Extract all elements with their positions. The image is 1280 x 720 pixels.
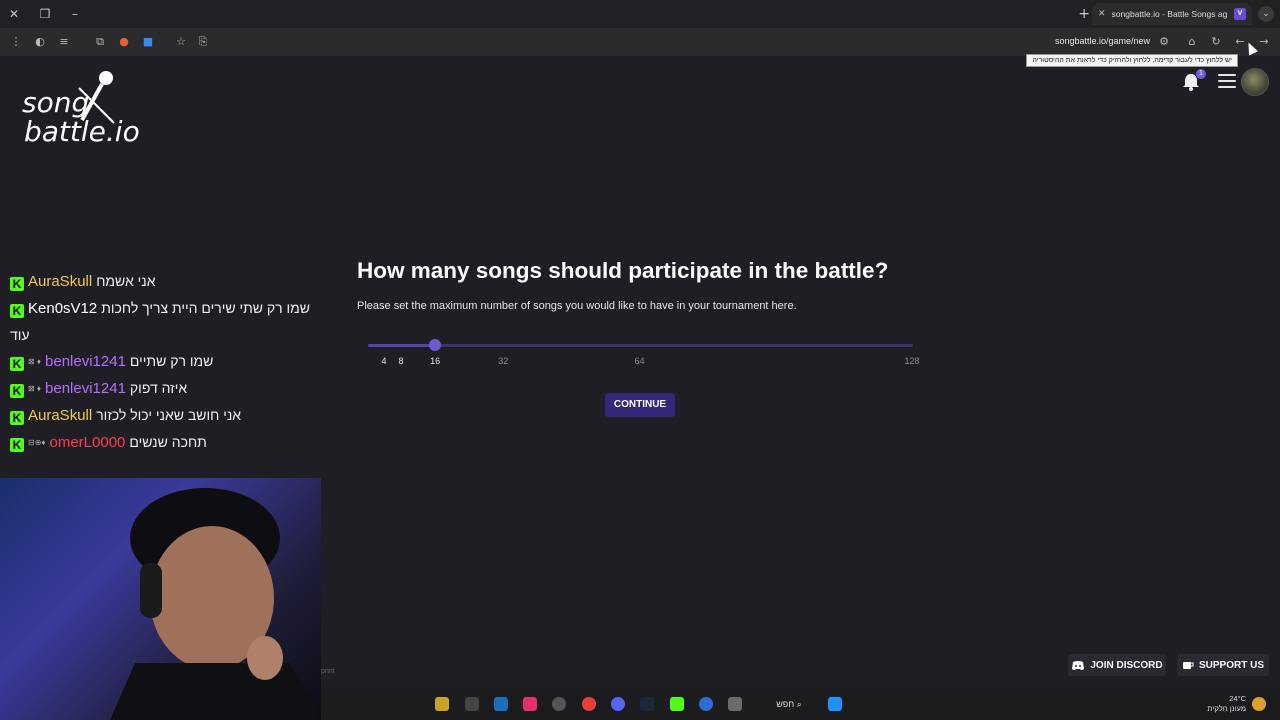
windows-taskbar: ⌕ חפש 24°C מעונן חלקית [321, 688, 1280, 720]
taskbar-chrome-icon[interactable] [582, 697, 596, 711]
chat-text: שמו רק שתיים [129, 353, 214, 369]
taskbar-app-tool-icon[interactable] [465, 697, 479, 711]
share-icon[interactable]: ⎘ [195, 34, 211, 50]
taskbar-app-pen-icon[interactable] [435, 697, 449, 711]
close-window-icon[interactable]: ✕ [6, 6, 22, 22]
chat-badges: ⊠ ♦ [28, 357, 42, 366]
join-discord-label: JOIN DISCORD [1090, 659, 1163, 671]
taskbar-steam-icon[interactable] [494, 697, 508, 711]
taskbar-calculator-icon[interactable] [728, 697, 742, 711]
new-tab-icon[interactable]: + [1078, 6, 1090, 22]
streamer-silhouette [110, 488, 321, 720]
forward-arrow-icon[interactable]: → [1256, 34, 1272, 50]
chat-username[interactable]: omerL0000 [50, 434, 126, 451]
taskbar-steam-2-icon[interactable] [640, 697, 654, 711]
kick-logo-icon: K [10, 277, 24, 291]
chat-text: אני אשמח [96, 273, 156, 289]
chat-username[interactable]: Ken0sV12 [28, 300, 97, 317]
chat-username[interactable]: AuraSkull [28, 407, 92, 424]
slider-tick-label[interactable]: 32 [498, 356, 508, 366]
chat-text: איזה דפוק [129, 380, 188, 396]
windows-start-icon[interactable] [828, 697, 842, 711]
chat-username[interactable]: benlevi1241 [45, 353, 126, 370]
hamburger-menu-icon[interactable] [1218, 74, 1236, 90]
continue-button[interactable]: CONTINUE [605, 393, 675, 417]
tab-search-icon[interactable]: ⌄ [1258, 6, 1274, 22]
site-settings-icon[interactable]: ⚙ [1156, 34, 1172, 50]
taskbar-kick-icon[interactable] [670, 697, 684, 711]
restore-window-icon[interactable]: ❐ [37, 6, 53, 22]
page-title: How many songs should participate in the… [357, 258, 889, 283]
support-cup-icon [1182, 662, 1194, 669]
chat-username[interactable]: AuraSkull [28, 273, 92, 290]
kick-logo-icon: K [10, 304, 24, 318]
support-us-button[interactable]: SUPPORT US [1177, 654, 1269, 676]
taskbar-search[interactable]: ⌕ חפש [759, 696, 819, 713]
taskbar-obs-icon[interactable] [552, 697, 566, 711]
extension-fox-icon[interactable]: ● [116, 34, 132, 50]
weather-widget[interactable]: 24°C מעונן חלקית [1207, 694, 1246, 714]
profile-icon[interactable]: ◐ [32, 34, 48, 50]
page-subtitle: Please set the maximum number of songs y… [357, 300, 797, 312]
join-discord-button[interactable]: JOIN DISCORD [1068, 654, 1166, 676]
taskbar-search-label: חפש [776, 699, 795, 709]
chat-message: K ⊟⊕♦ omerL0000 תחכה שנשים [10, 429, 310, 456]
slider-tick-label[interactable]: 128 [904, 356, 919, 366]
reading-list-icon[interactable]: ≡ [56, 34, 72, 50]
taskbar-browser-icon[interactable] [699, 697, 713, 711]
support-us-label: SUPPORT US [1198, 659, 1264, 671]
reload-icon[interactable]: ↻ [1208, 34, 1224, 50]
tab-close-icon[interactable]: ✕ [1098, 9, 1106, 19]
home-icon[interactable]: ⌂ [1184, 34, 1200, 50]
slider-tick-label[interactable]: 8 [399, 356, 404, 366]
chat-badges: ⊟⊕♦ [28, 438, 46, 447]
stream-chat-overlay: K AuraSkull אני אשמח K Ken0sV12 שמו רק שתי שי… [10, 268, 310, 456]
kick-logo-icon: K [10, 411, 24, 425]
chat-message: K AuraSkull אני חושב שאני יכול לכזור [10, 402, 310, 429]
kick-logo-icon: K [10, 438, 24, 452]
tab-title: songbattle.io - Battle Songs ag [1111, 9, 1228, 19]
chat-message: K Ken0sV12 שמו רק שתי שירים היית צריך לחכו… [10, 295, 310, 348]
notification-badge: 1 [1196, 69, 1206, 79]
browser-tab[interactable]: ✕ songbattle.io - Battle Songs ag V [1092, 3, 1252, 25]
address-bar[interactable]: songbattle.io/game/new [1055, 36, 1150, 46]
chat-badges: ⊠ ♦ [28, 384, 42, 393]
extension-download-icon[interactable]: ■ [140, 34, 156, 50]
search-icon: ⌕ [796, 700, 802, 710]
taskbar-discord-icon[interactable] [611, 697, 625, 711]
streamer-webcam [0, 478, 321, 720]
chat-text: אני חושב שאני יכול לכזור [96, 407, 242, 423]
site-logo[interactable]: song battle.io [20, 70, 140, 150]
kick-logo-icon: K [10, 384, 24, 398]
taskbar-tiktok-icon[interactable] [523, 697, 537, 711]
slider-tick-label[interactable]: 64 [634, 356, 644, 366]
menu-dots-icon[interactable]: ⋮ [8, 34, 24, 50]
extensions-icon[interactable]: ⧉ [92, 34, 108, 50]
slider-tick-label[interactable]: 16 [430, 356, 440, 366]
imprint-link[interactable]: print [321, 668, 335, 675]
browser-toolbar: ⋮ ◐ ≡ ⧉ ● ■ ☆ ⎘ songbattle.io/game/new ⚙… [0, 28, 1280, 56]
kick-logo-icon: K [10, 357, 24, 371]
chat-message: K ⊠ ♦ benlevi1241 איזה דפוק [10, 375, 310, 402]
minimize-window-icon[interactable]: – [67, 6, 83, 22]
weather-temperature: 24°C [1229, 694, 1246, 703]
tab-favicon-icon: V [1234, 8, 1246, 20]
song-count-slider-thumb[interactable] [429, 339, 442, 351]
user-avatar[interactable] [1241, 68, 1269, 96]
song-count-slider-fill [368, 344, 436, 347]
chat-message: K AuraSkull אני אשמח [10, 268, 310, 295]
slider-tick-label[interactable]: 4 [381, 356, 386, 366]
weather-description: מעונן חלקית [1207, 704, 1246, 713]
microphone-icon [78, 71, 115, 124]
navigation-tooltip: יש ללחוץ כדי לעבור קדימה, ללחוץ ולהחזיק … [1026, 54, 1238, 67]
browser-titlebar: ✕ ❐ – + ✕ songbattle.io - Battle Songs a… [0, 0, 1280, 28]
chat-text: תחכה שנשים [129, 434, 207, 450]
song-count-slider-track[interactable] [368, 344, 913, 347]
bookmark-star-icon[interactable]: ☆ [173, 34, 189, 50]
chat-username[interactable]: benlevi1241 [45, 380, 126, 397]
discord-icon [1072, 660, 1085, 670]
weather-sun-icon [1252, 697, 1266, 711]
chat-message: K ⊠ ♦ benlevi1241 שמו רק שתיים [10, 348, 310, 375]
